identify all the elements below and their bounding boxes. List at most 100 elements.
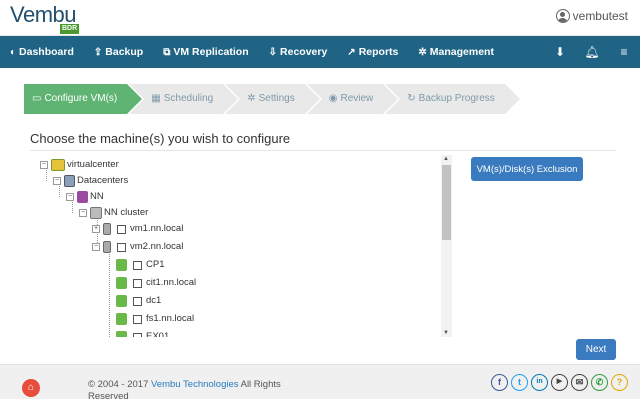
- vm1-checkbox[interactable]: [117, 224, 126, 234]
- tree-node-vm1[interactable]: + vm1.nn.local: [92, 221, 183, 237]
- scroll-down-arrow[interactable]: ▼: [443, 330, 449, 336]
- nav-reports[interactable]: ↗ Reports: [347, 46, 398, 58]
- vembu-logo[interactable]: Vembu BDR: [10, 2, 90, 34]
- collapse-icon[interactable]: −: [66, 193, 74, 201]
- social-links: f t in ▶ ✉ ✆ ?: [488, 374, 628, 391]
- step-label: Settings: [258, 93, 295, 104]
- fs1-checkbox[interactable]: [133, 314, 142, 324]
- collapse-icon[interactable]: −: [53, 177, 61, 185]
- tree-node-label: dc1: [146, 295, 162, 306]
- nav-actions: ⬇ 🔔︎ ≡: [544, 36, 640, 68]
- step-configure-vms[interactable]: ▭ Configure VM(s): [24, 84, 143, 114]
- app-footer: ⌂ © 2004 - 2017 Vembu Technologies All R…: [0, 364, 640, 402]
- nav-dashboard[interactable]: ◐ Dashboard: [10, 46, 74, 58]
- mail-icon[interactable]: ✉: [571, 374, 588, 391]
- tree-node-ex01[interactable]: EX01: [116, 329, 169, 337]
- replication-icon: ⧉: [163, 46, 171, 58]
- collapse-icon[interactable]: −: [40, 161, 48, 169]
- vm2-checkbox[interactable]: [117, 242, 126, 252]
- scroll-up-arrow[interactable]: ▲: [443, 156, 449, 162]
- username: vembutest: [572, 9, 628, 23]
- calendar-icon: ▦: [151, 93, 161, 104]
- collapse-icon[interactable]: −: [79, 209, 87, 217]
- tree-node-label: vm1.nn.local: [130, 223, 184, 234]
- chart-icon: ↗: [347, 46, 356, 58]
- download-icon[interactable]: ⬇: [544, 45, 576, 59]
- nav-recovery[interactable]: ⇩ Recovery: [269, 46, 328, 58]
- download-icon: ⇩: [268, 46, 278, 58]
- tree-node-virtualcenter[interactable]: − virtualcenter: [40, 157, 119, 173]
- tree-node-label: virtualcenter: [67, 159, 119, 170]
- vm-icon: [116, 295, 127, 307]
- help-icon[interactable]: ?: [611, 374, 628, 391]
- nav-management[interactable]: ✲ Management: [418, 46, 494, 58]
- cp1-checkbox[interactable]: [133, 260, 142, 270]
- nav-backup[interactable]: ⇪ Backup: [94, 46, 143, 58]
- tree-node-fs1[interactable]: fs1.nn.local: [116, 311, 194, 327]
- step-scheduling[interactable]: ▦ Scheduling: [129, 84, 239, 114]
- monitor-icon: ▭: [32, 93, 42, 104]
- tree-node-nn-cluster[interactable]: − NN cluster: [79, 205, 148, 221]
- copyright-text: © 2004 - 2017 Vembu Technologies All Rig…: [88, 379, 288, 403]
- linkedin-icon[interactable]: in: [531, 374, 548, 391]
- tree-scrollbar[interactable]: ▲ ▼: [441, 155, 452, 337]
- tree-node-cit1[interactable]: cit1.nn.local: [116, 275, 196, 291]
- tree-node-datacenters[interactable]: − Datacenters: [53, 173, 128, 189]
- step-label: Scheduling: [163, 93, 214, 104]
- nav-label: Management: [429, 46, 494, 58]
- vm-disk-exclusion-button[interactable]: VM(s)/Disk(s) Exclusion: [471, 157, 583, 181]
- ex01-checkbox[interactable]: [133, 332, 142, 337]
- vembu-technologies-link[interactable]: Vembu Technologies: [151, 379, 239, 390]
- copyright-prefix: © 2004 - 2017: [88, 379, 151, 390]
- tree-node-label: fs1.nn.local: [146, 313, 195, 324]
- refresh-icon: ↻: [407, 93, 416, 104]
- vm-icon: [116, 331, 127, 337]
- tree-node-label: NN: [90, 191, 104, 202]
- user-menu[interactable]: vembutest: [555, 9, 628, 23]
- twitter-icon[interactable]: t: [511, 374, 528, 391]
- vm-tree: − virtualcenter − Datacenters − NN − NN …: [30, 155, 454, 337]
- nav-label: VM Replication: [173, 46, 249, 58]
- home-icon[interactable]: ⌂: [22, 379, 40, 397]
- tree-node-dc1[interactable]: dc1: [116, 293, 161, 309]
- page-heading: Choose the machine(s) you wish to config…: [30, 131, 291, 146]
- wizard-steps: ▭ Configure VM(s) ▦ Scheduling ✲ Settings ◉…: [24, 84, 520, 114]
- folder-icon: [77, 191, 88, 203]
- tree-node-label: vm2.nn.local: [130, 241, 184, 252]
- step-label: Review: [340, 93, 374, 104]
- expand-icon[interactable]: +: [92, 225, 100, 233]
- upload-icon: ⇪: [93, 46, 103, 58]
- dc1-checkbox[interactable]: [133, 296, 142, 306]
- scroll-thumb[interactable]: [442, 165, 451, 240]
- logo-product: BDR: [60, 24, 80, 34]
- tree-node-label: NN cluster: [104, 207, 149, 218]
- step-label: Backup Progress: [418, 93, 495, 104]
- step-backup-progress[interactable]: ↻ Backup Progress: [385, 84, 520, 114]
- collapse-icon[interactable]: −: [92, 243, 100, 251]
- tree-node-vm2[interactable]: − vm2.nn.local: [92, 239, 183, 255]
- vcenter-icon: [51, 159, 65, 171]
- youtube-icon[interactable]: ▶: [551, 374, 568, 391]
- nav-label: Backup: [105, 46, 144, 58]
- gear-icon: ✲: [418, 46, 427, 58]
- bell-icon[interactable]: 🔔︎: [576, 45, 608, 59]
- nav-vm-replication[interactable]: ⧉ VM Replication: [163, 46, 248, 58]
- facebook-icon[interactable]: f: [491, 374, 508, 391]
- tree-node-nn[interactable]: − NN: [66, 189, 104, 205]
- menu-icon[interactable]: ≡: [608, 45, 640, 59]
- cit1-checkbox[interactable]: [133, 278, 142, 288]
- settings-icon: ✲: [247, 93, 256, 104]
- nav-label: Dashboard: [19, 46, 74, 58]
- user-avatar-icon: [555, 9, 570, 23]
- datacenter-icon: [64, 175, 75, 187]
- tree-node-label: cit1.nn.local: [146, 277, 197, 288]
- step-label: Configure VM(s): [44, 93, 118, 104]
- eye-icon: ◉: [328, 93, 338, 104]
- app-header: Vembu BDR vembutest: [0, 0, 640, 36]
- next-button[interactable]: Next: [576, 339, 616, 360]
- tree-node-cp1[interactable]: CP1: [116, 257, 164, 273]
- phone-icon[interactable]: ✆: [591, 374, 608, 391]
- tree-line: [109, 249, 110, 337]
- vm-icon: [116, 259, 127, 271]
- main-navbar: ◐ Dashboard ⇪ Backup ⧉ VM Replication ⇩ Reco…: [0, 36, 640, 68]
